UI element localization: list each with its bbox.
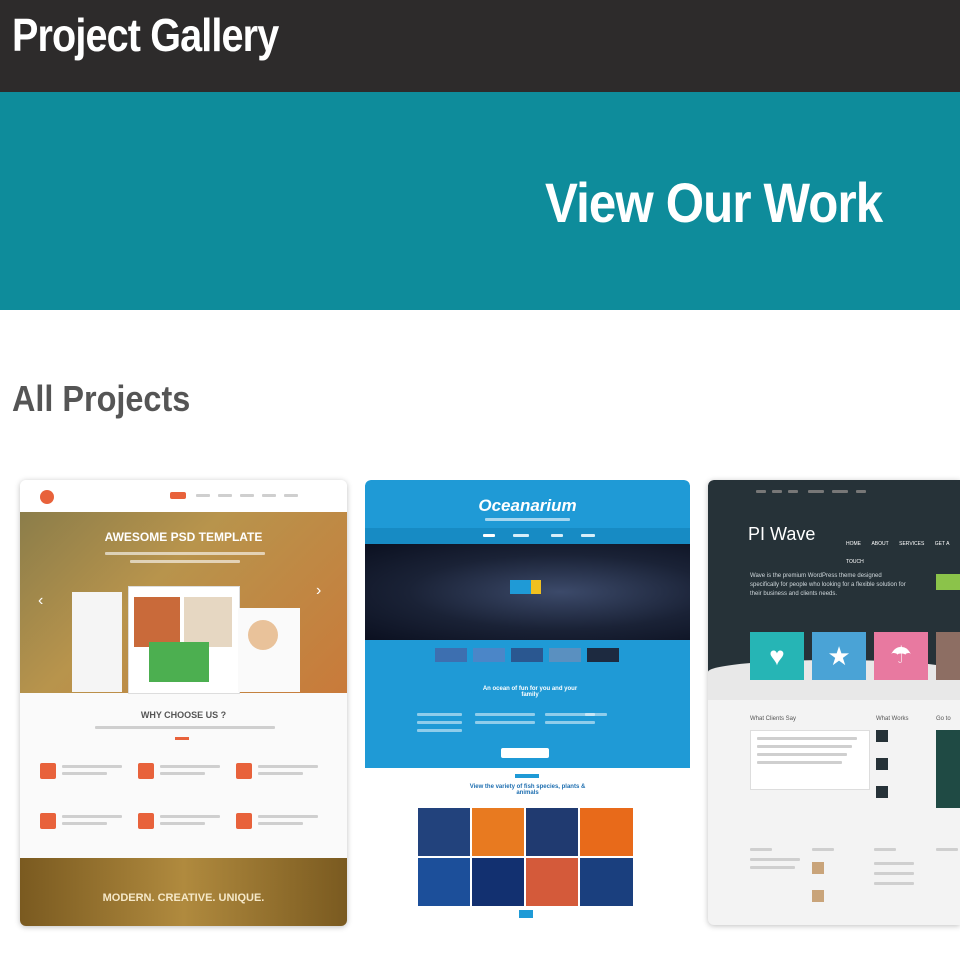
thumb-col1: What Clients Say [750, 716, 797, 722]
thumb-col2: What Works [876, 716, 909, 722]
thumb-nav: HOME ABOUT SERVICES GET A TOUCH [846, 532, 958, 565]
tile-icon [936, 632, 960, 680]
project-card-oceanarium[interactable]: Oceanarium An ocean of fun for you and y… [365, 480, 690, 925]
thumb-tagline: An ocean of fun for you and your family [482, 686, 578, 698]
star-icon: ★ [812, 632, 866, 680]
project-card-pi-wave[interactable]: PI Wave HOME ABOUT SERVICES GET A TOUCH … [708, 480, 960, 925]
nav-item: HOME [846, 541, 861, 547]
feature-icon [40, 763, 56, 779]
heart-icon: ♥ [750, 632, 804, 680]
feature-icon [40, 813, 56, 829]
testimonial-box [750, 730, 870, 790]
thumb-carousel [435, 648, 635, 664]
device-mock [128, 586, 240, 694]
thumb-button[interactable] [501, 748, 549, 758]
feature-icon [236, 813, 252, 829]
project-card-fresh[interactable]: AWESOME PSD TEMPLATE ‹ › WHY CHOOSE US ?… [20, 480, 347, 926]
nav-item: ABOUT [871, 541, 889, 547]
thumb-hero: AWESOME PSD TEMPLATE ‹ › [20, 512, 347, 694]
thumb-description: Wave is the premium WordPress theme desi… [750, 573, 906, 597]
nav-item: SERVICES [899, 541, 925, 547]
device-mock [72, 592, 122, 692]
page-title: Project Gallery [12, 9, 279, 61]
section-title: All Projects [12, 378, 191, 419]
device-mock [238, 608, 300, 692]
thumb-page: Oceanarium An ocean of fun for you and y… [365, 480, 690, 768]
feature-icon [138, 763, 154, 779]
feature-icon [236, 763, 252, 779]
hero-heading: View Our Work [544, 171, 883, 234]
thumb-nav [365, 528, 690, 544]
thumb-headline: AWESOME PSD TEMPLATE [104, 530, 263, 544]
thumb-subheadline: WHY CHOOSE US ? [140, 710, 227, 720]
chevron-left-icon[interactable]: ‹ [38, 592, 43, 610]
nav-item: GET A TOUCH [846, 541, 950, 565]
nav-active-pill [170, 492, 186, 499]
logo-icon [40, 490, 54, 504]
thumb-footer-text: MODERN. CREATIVE. UNIQUE. [102, 892, 265, 904]
thumb-navbar [20, 480, 347, 512]
thumb-fish-grid [418, 808, 633, 906]
thumb-cta-button[interactable] [936, 574, 960, 590]
umbrella-icon: ☂ [874, 632, 928, 680]
hero-banner: View Our Work [0, 92, 960, 310]
thumb-brand: Oceanarium [478, 496, 577, 515]
thumb-col3: Go to [936, 716, 951, 722]
thumb-fish-photo [365, 544, 690, 640]
thumb-footer-banner: MODERN. CREATIVE. UNIQUE. [20, 858, 347, 926]
top-bar: Project Gallery [0, 0, 960, 92]
thumb-bottom-heading: View the variety of fish species, plants… [469, 784, 586, 796]
chevron-right-icon[interactable]: › [316, 582, 321, 600]
feature-icon [138, 813, 154, 829]
thumb-brand: PI Wave [748, 524, 816, 544]
